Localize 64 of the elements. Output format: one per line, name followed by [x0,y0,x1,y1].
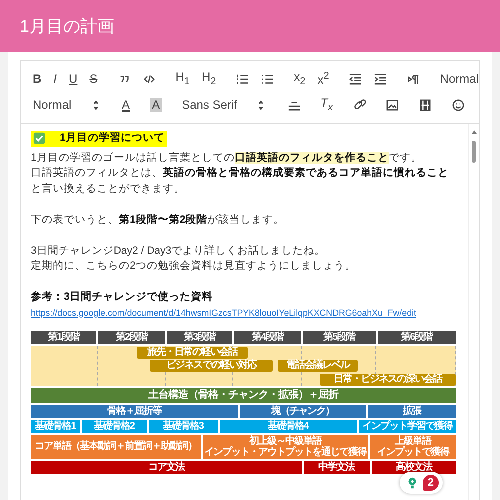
timeline-bar: 日常・ビジネスの深い会話 [320,374,456,386]
body-text: 1月目の学習のゴールは話し言葉としての口語英語のフィルタを作ること です。 [31,150,423,166]
italic-button[interactable]: I [50,70,62,88]
diagram-cell: 基礎骨格2 [82,420,147,433]
body-text: 定期的に、こちらの2つの勉強会資料は見直すようにしましょう。 [31,259,357,274]
link-icon [353,98,366,112]
stage-header: 第1段階 [31,330,96,344]
notification-count: 2 [422,475,439,491]
format-button[interactable]: x$^{2}$ [314,69,334,89]
diagram-cell: 基礎骨格4 [220,420,357,433]
foundation-banner: 土台構造（骨格・チャンク・拡張）＋屈折 [31,388,456,403]
diagram-cell: 高校文法 [372,460,456,474]
page-title: 1月目の計画 [20,16,114,38]
background-color-button[interactable]: A [146,96,166,114]
cell-label: 上級単語 [395,436,432,447]
checkbox-check-icon [33,132,46,146]
scrollbar-thumb[interactable] [472,141,476,163]
timeline-bar: 旅先・日常の軽い会話 [137,346,248,359]
stage-header: 第4段階 [234,330,301,344]
stage-header: 第5段階 [303,330,376,344]
text-direction-icon [407,72,420,86]
timeline-bar: ビジネスでの軽い対応 [150,360,274,372]
underline-button[interactable]: U [65,70,82,88]
cell-note: インプットで獲得 [376,446,450,458]
cell-note: インプット・アウトプットを通じて獲得 [204,446,368,458]
diagram-cell: 骨格＋屈折等 [31,404,238,418]
diagram-cell: コア単語（基本動詞＋前置詞＋助動詞） [31,434,201,459]
format-dropdown[interactable]: Normal [436,70,496,88]
cell-label: 初上級～中級単語 [248,436,322,447]
format-dropdown[interactable]: Sans Serif [178,96,272,114]
body-text: 口語英語のフィルタとは、英語の骨格と骨格の構成要素であるコア単語に慣れること と言い換えることができます。 [31,166,450,197]
ordered-list-icon [236,72,250,86]
assistant-badge[interactable]: 2 [400,472,443,494]
format-button[interactable]: H$_{2}$ [198,68,220,90]
body-text: 下の表でいうと、第1段階〜第2段階が該当します。 [31,212,286,228]
indent-icon [374,72,388,86]
bold-button[interactable]: B [29,70,46,88]
diagram-cell: インプット学習で獲得 [358,420,456,433]
text-color-button[interactable]: A [118,96,134,114]
bullet-list-icon [261,72,274,86]
smiley-icon [452,98,465,112]
document-link[interactable]: https://docs.google.com/document/d/14hwsmIGzcsTPYK8louoIYeLilqpKXCNDRG6oahXu_Fw/edit [31,308,416,318]
diagram-cell: 基礎骨格3 [148,420,218,433]
clear-format-button[interactable]: T$_{x}$ [316,94,337,116]
strike-button[interactable]: S [86,70,102,88]
stage-header: 第6段階 [378,330,456,344]
section-heading: 1月目の学習について [60,131,165,146]
format-button[interactable]: x$_{2}$ [290,68,310,90]
body-text: 3日間チャレンジDay2 / Day3でより詳しくお話しましたね。 [31,244,327,259]
diagram-cell: 拡張 [368,404,456,418]
diagram-cell: 基礎骨格1 [31,420,80,433]
timeline-bar: 電話会議レベル [278,360,358,372]
stage-header: 第3段階 [167,330,232,344]
body-text: 参考：3日間チャレンジで使った資料 [31,290,214,306]
diagram-cell: 塊（チャンク） [240,404,366,418]
outdent-icon [349,72,362,86]
diagram-cell: 中学文法 [304,460,370,474]
image-icon [386,98,399,112]
code-icon [142,72,156,86]
film-icon [419,98,432,112]
stage-header: 第2段階 [98,330,165,344]
format-button[interactable]: H$_{1}$ [172,68,194,90]
format-dropdown[interactable]: Normal [29,96,106,114]
diagram-cell: コア文法 [31,460,302,474]
